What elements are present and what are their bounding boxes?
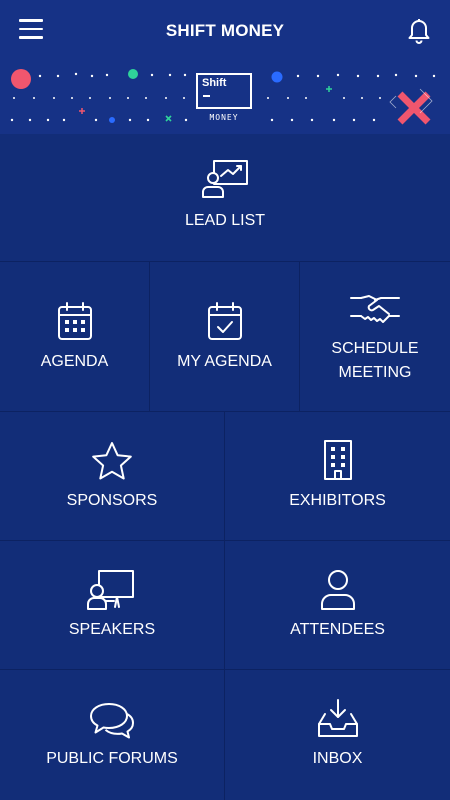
tile-label: SPONSORS <box>66 492 158 509</box>
bell-icon[interactable] <box>406 16 432 44</box>
tile-label: SPEAKERS <box>68 621 156 638</box>
tile-inbox[interactable]: INBOX <box>225 670 450 800</box>
tile-label: EXHIBITORS <box>289 492 386 509</box>
calendar-check-icon <box>207 301 243 341</box>
tile-my-agenda[interactable]: MY AGENDA <box>150 262 300 412</box>
presentation-user-icon <box>201 159 249 199</box>
tile-sponsors[interactable]: SPONSORS <box>0 412 225 541</box>
logo-text: Shift <box>202 77 227 89</box>
handshake-icon <box>349 292 401 326</box>
tile-label: INBOX <box>312 750 363 767</box>
speaker-board-icon <box>87 569 137 611</box>
tile-exhibitors[interactable]: EXHIBITORS <box>225 412 450 541</box>
tile-lead-list[interactable]: LEAD LIST <box>0 134 450 262</box>
tile-label: LEAD LIST <box>184 212 266 229</box>
inbox-download-icon <box>317 698 359 738</box>
tile-schedule-meeting[interactable]: SCHEDULE MEETING <box>300 262 450 412</box>
calendar-grid-icon <box>57 301 93 341</box>
shift-money-logo: Shift <box>196 73 252 109</box>
tile-public-forums[interactable]: PUBLIC FORUMS <box>0 670 225 800</box>
event-banner: Shift MONEY <box>0 64 450 134</box>
chat-bubbles-icon <box>89 700 135 740</box>
tile-label: SCHEDULE <box>331 340 419 357</box>
tile-label: MY AGENDA <box>177 353 272 370</box>
building-icon <box>322 439 354 481</box>
app-title: SHIFT MONEY <box>165 21 285 40</box>
tile-label: AGENDA <box>40 353 109 370</box>
tile-agenda[interactable]: AGENDA <box>0 262 150 412</box>
app-header: SHIFT MONEY <box>0 0 450 64</box>
person-icon <box>320 569 356 611</box>
tile-label: ATTENDEES <box>290 621 385 638</box>
tile-label: PUBLIC FORUMS <box>46 750 178 767</box>
tile-attendees[interactable]: ATTENDEES <box>225 541 450 670</box>
star-icon <box>91 441 133 481</box>
logo-subtitle: MONEY <box>209 113 239 122</box>
tile-label: MEETING <box>338 364 412 381</box>
tile-speakers[interactable]: SPEAKERS <box>0 541 225 670</box>
